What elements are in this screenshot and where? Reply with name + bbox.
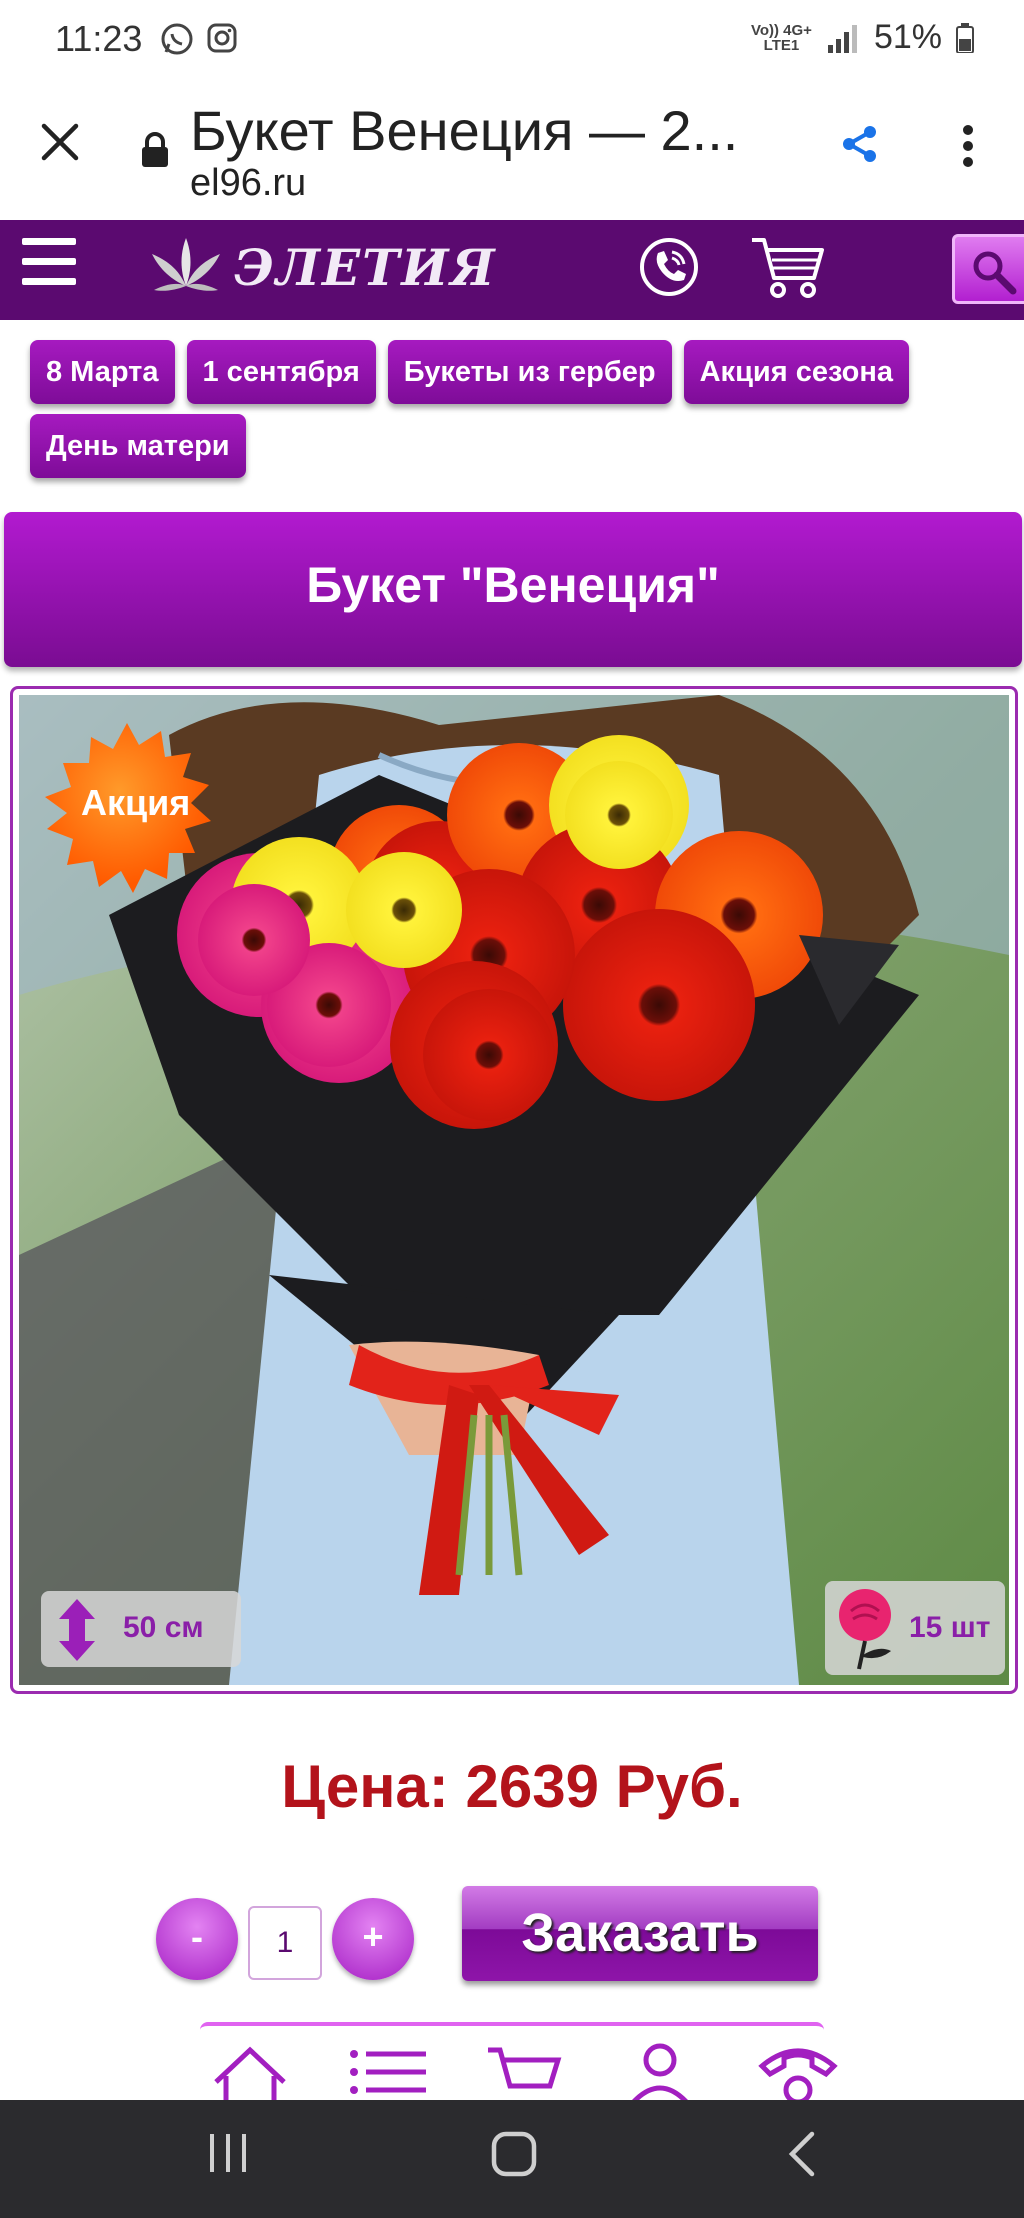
battery-icon bbox=[956, 22, 974, 53]
bottom-nav-divider bbox=[200, 2022, 824, 2030]
order-button[interactable]: Заказать bbox=[462, 1886, 818, 1981]
catalog-list-icon[interactable] bbox=[348, 2042, 428, 2100]
menu-icon[interactable] bbox=[22, 238, 76, 286]
page-url[interactable]: el96.ru bbox=[190, 162, 306, 205]
whatsapp-icon bbox=[161, 23, 193, 55]
back-icon[interactable] bbox=[786, 2130, 818, 2178]
notification-icons bbox=[160, 22, 238, 56]
phone-nav-icon[interactable] bbox=[756, 2042, 840, 2100]
promo-badge-label: Акция bbox=[81, 782, 191, 823]
battery-percent: 51% bbox=[873, 18, 942, 56]
search-button[interactable] bbox=[952, 234, 1024, 304]
product-price: Цена: 2639 Руб. bbox=[281, 1753, 743, 1820]
tag-8-march[interactable]: 8 Марта bbox=[30, 340, 175, 404]
instagram-icon bbox=[207, 23, 237, 53]
status-right: Vo)) 4G+ LTE1 51% bbox=[751, 18, 974, 57]
status-time: 11:23 bbox=[55, 18, 143, 59]
site-header: ЭЛЕТИЯ bbox=[0, 220, 1024, 320]
page-title: Букет Венеция — 2... bbox=[190, 99, 739, 162]
rose-icon bbox=[839, 1589, 891, 1670]
flower-count-indicator: 15 шт bbox=[825, 1581, 1005, 1675]
height-arrow-icon bbox=[59, 1599, 95, 1661]
search-icon bbox=[973, 251, 1017, 295]
cart-nav-icon[interactable] bbox=[486, 2042, 566, 2100]
phone-icon[interactable] bbox=[638, 236, 700, 298]
quantity-decrease-button[interactable]: - bbox=[156, 1898, 238, 1980]
product-image-frame: Акция 50 см 15 шт bbox=[10, 686, 1018, 1694]
signal-icon bbox=[827, 24, 857, 53]
product-title-bar: Букет "Венеция" bbox=[4, 512, 1022, 667]
tag-gerbera-bouquets[interactable]: Букеты из гербер bbox=[387, 340, 672, 404]
page: 11:23 Vo)) 4G+ LTE1 51% Букет Венеция — … bbox=[0, 0, 1024, 2218]
product-image[interactable]: Акция 50 см 15 шт bbox=[19, 695, 1009, 1685]
lock-icon bbox=[142, 132, 168, 167]
logo[interactable]: ЭЛЕТИЯ bbox=[150, 234, 497, 300]
close-icon[interactable] bbox=[40, 122, 80, 162]
account-icon[interactable] bbox=[620, 2042, 700, 2100]
category-tags: 8 Марта 1 сентября Букеты из гербер Акци… bbox=[30, 340, 1010, 478]
lily-logo-icon bbox=[152, 238, 220, 291]
height-value: 50 см bbox=[123, 1611, 204, 1644]
tag-mothers-day[interactable]: День матери bbox=[30, 414, 246, 478]
cart-icon[interactable] bbox=[750, 234, 826, 300]
home-icon[interactable] bbox=[210, 2042, 290, 2100]
tag-1-september[interactable]: 1 сентября bbox=[186, 340, 376, 404]
site-bottom-nav bbox=[0, 2038, 1024, 2100]
product-title: Букет "Венеция" bbox=[306, 557, 720, 613]
browser-toolbar: Букет Венеция — 2... el96.ru bbox=[0, 80, 1024, 220]
logo-text: ЭЛЕТИЯ bbox=[234, 237, 497, 297]
quantity-increase-button[interactable]: + bbox=[332, 1898, 414, 1980]
recent-apps-icon[interactable] bbox=[206, 2130, 250, 2176]
status-bar: 11:23 Vo)) 4G+ LTE1 51% bbox=[0, 0, 1024, 80]
promo-badge: Акция bbox=[37, 719, 217, 899]
share-icon[interactable] bbox=[840, 124, 880, 164]
flower-count-value: 15 шт bbox=[909, 1611, 991, 1644]
tag-season-sale[interactable]: Акция сезона bbox=[683, 340, 910, 404]
home-system-icon[interactable] bbox=[490, 2130, 538, 2178]
height-indicator: 50 см bbox=[41, 1591, 241, 1667]
network-indicator: Vo)) 4G+ LTE1 bbox=[750, 21, 812, 54]
quantity-input[interactable] bbox=[248, 1906, 322, 1980]
more-menu-icon[interactable] bbox=[958, 124, 978, 168]
system-navigation-bar bbox=[0, 2100, 1024, 2218]
